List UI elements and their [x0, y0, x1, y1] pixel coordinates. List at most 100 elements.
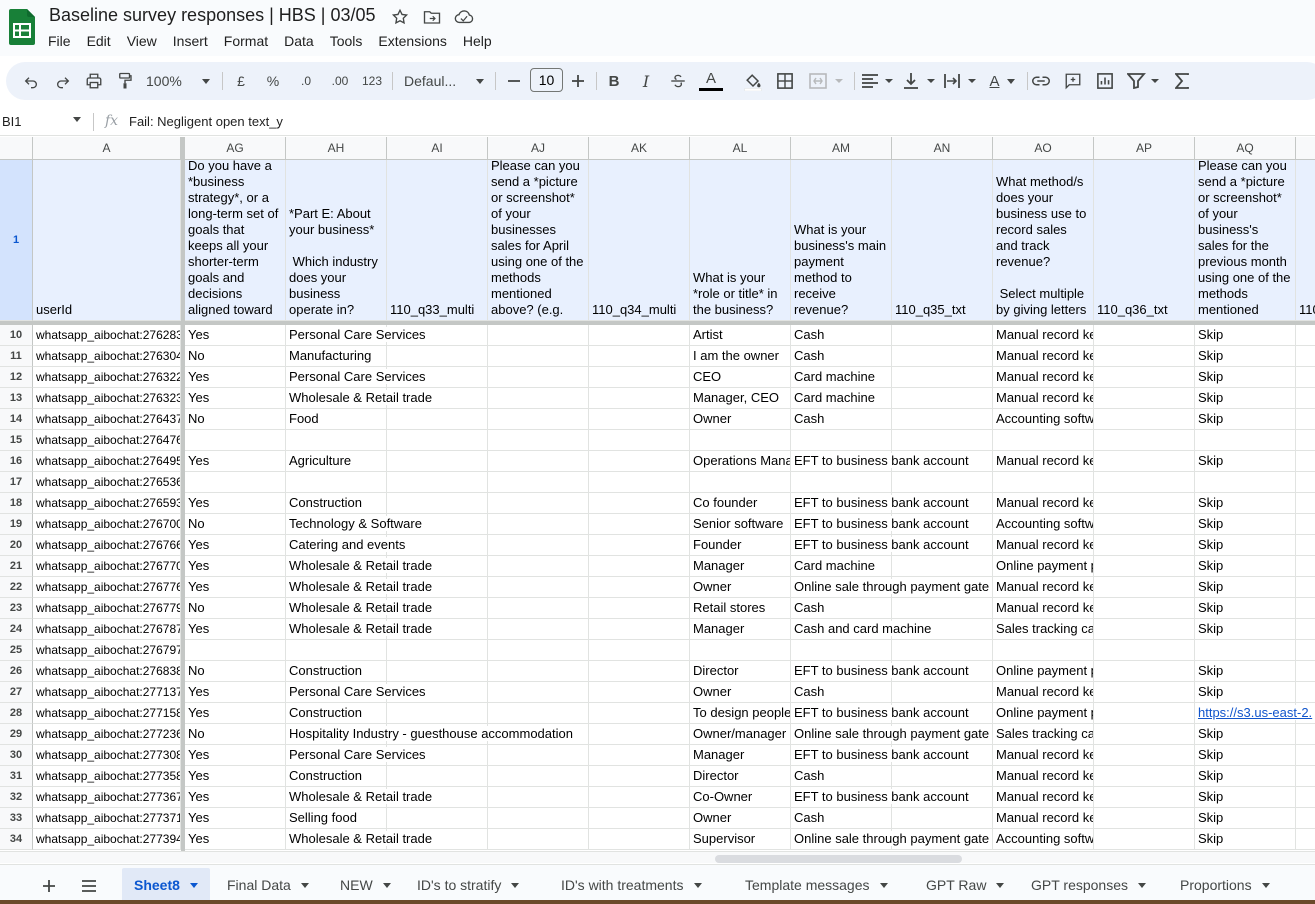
table-cell[interactable]: Cash: [791, 766, 892, 787]
table-cell[interactable]: Personal Care Services: [286, 325, 426, 346]
table-cell[interactable]: Yes: [185, 745, 286, 766]
currency-format-button[interactable]: £: [232, 69, 250, 93]
table-cell[interactable]: Wholesale & Retail trade: [286, 388, 433, 409]
table-cell[interactable]: [488, 325, 589, 346]
table-cell[interactable]: Manual record keeping in book/s,I: [993, 451, 1094, 472]
table-cell[interactable]: [488, 409, 589, 430]
table-cell[interactable]: Skip: [1195, 325, 1296, 346]
table-cell[interactable]: [1296, 598, 1315, 619]
table-cell[interactable]: [1094, 493, 1195, 514]
table-cell[interactable]: [286, 472, 387, 493]
table-cell[interactable]: [589, 430, 690, 451]
table-cell[interactable]: Construction: [286, 703, 387, 724]
table-cell[interactable]: [993, 640, 1094, 661]
table-cell[interactable]: [1094, 388, 1195, 409]
row-header[interactable]: 13: [0, 388, 33, 409]
table-cell[interactable]: Manual record keeping in book/s,S: [993, 493, 1094, 514]
table-cell[interactable]: Wholesale & Retail trade: [286, 577, 433, 598]
table-cell[interactable]: whatsapp_aibochat:277308: [33, 745, 181, 766]
table-cell[interactable]: [1094, 808, 1195, 829]
chevron-down-icon[interactable]: [996, 882, 1005, 888]
table-cell[interactable]: [892, 325, 993, 346]
table-cell[interactable]: Online payment platforms (Payfas: [993, 556, 1094, 577]
table-cell[interactable]: Yes: [185, 535, 286, 556]
table-cell[interactable]: [488, 493, 589, 514]
table-cell[interactable]: [1195, 430, 1296, 451]
sheet-tab[interactable]: ID's with treatments: [549, 868, 714, 902]
freeze-row-divider[interactable]: [0, 321, 1315, 325]
table-cell[interactable]: [1296, 682, 1315, 703]
row-header[interactable]: 12: [0, 367, 33, 388]
decrease-decimal-button[interactable]: .0: [295, 69, 317, 93]
table-cell[interactable]: [488, 829, 589, 850]
table-cell[interactable]: Cash: [791, 409, 892, 430]
all-sheets-icon[interactable]: [78, 875, 100, 897]
table-cell[interactable]: Manual record keeping in book/s,I: [993, 745, 1094, 766]
table-cell[interactable]: [589, 724, 690, 745]
table-cell[interactable]: [488, 787, 589, 808]
table-cell[interactable]: [892, 808, 993, 829]
table-cell[interactable]: Artist: [690, 325, 791, 346]
strikethrough-icon[interactable]: [668, 69, 688, 93]
table-cell[interactable]: Skip: [1195, 829, 1296, 850]
header-cell-a[interactable]: userId: [33, 160, 181, 321]
menu-edit[interactable]: Edit: [79, 31, 119, 53]
table-cell[interactable]: [1296, 514, 1315, 535]
row-header[interactable]: 23: [0, 598, 33, 619]
fill-color-icon[interactable]: [741, 69, 765, 93]
sheet-tab[interactable]: NEW: [328, 868, 403, 902]
table-cell[interactable]: Manual record keeping in spreads: [993, 367, 1094, 388]
table-cell[interactable]: Construction: [286, 661, 387, 682]
table-cell[interactable]: [892, 598, 993, 619]
menu-insert[interactable]: Insert: [165, 31, 216, 53]
paint-format-icon[interactable]: [114, 69, 136, 93]
table-cell[interactable]: Yes: [185, 619, 286, 640]
row-header[interactable]: 31: [0, 766, 33, 787]
table-cell[interactable]: [589, 745, 690, 766]
table-cell[interactable]: [589, 787, 690, 808]
header-cell-ai[interactable]: 110_q33_multi: [387, 160, 488, 321]
table-cell[interactable]: [892, 682, 993, 703]
table-cell[interactable]: [589, 367, 690, 388]
sheet-tab[interactable]: ID's to stratify: [405, 868, 531, 902]
table-cell[interactable]: Cash: [791, 598, 892, 619]
table-cell[interactable]: [1094, 766, 1195, 787]
table-cell[interactable]: [1094, 619, 1195, 640]
column-header-ao[interactable]: AO: [993, 137, 1094, 160]
table-cell[interactable]: Manual record keeping in book/s,C: [993, 388, 1094, 409]
column-header-ak[interactable]: AK: [589, 137, 690, 160]
table-cell[interactable]: [1296, 766, 1315, 787]
table-cell[interactable]: whatsapp_aibochat:276700: [33, 514, 181, 535]
table-cell[interactable]: [488, 577, 589, 598]
table-cell[interactable]: [1296, 451, 1315, 472]
bold-button[interactable]: B: [604, 69, 624, 93]
table-cell[interactable]: [286, 430, 387, 451]
table-cell[interactable]: Skip: [1195, 766, 1296, 787]
table-cell[interactable]: Construction: [286, 493, 387, 514]
table-cell[interactable]: [1094, 346, 1195, 367]
table-cell[interactable]: [488, 766, 589, 787]
table-cell[interactable]: [185, 640, 286, 661]
table-cell[interactable]: [488, 640, 589, 661]
table-cell[interactable]: Yes: [185, 325, 286, 346]
table-cell[interactable]: EFT to business bank account: [791, 661, 969, 682]
table-cell[interactable]: Wholesale & Retail trade: [286, 598, 433, 619]
table-cell[interactable]: Personal Care Services: [286, 745, 426, 766]
merge-cells-icon[interactable]: [808, 69, 846, 93]
table-cell[interactable]: Skip: [1195, 661, 1296, 682]
table-cell[interactable]: No: [185, 724, 286, 745]
table-cell[interactable]: whatsapp_aibochat:276283: [33, 325, 181, 346]
column-header-an[interactable]: AN: [892, 137, 993, 160]
table-cell[interactable]: whatsapp_aibochat:276787: [33, 619, 181, 640]
table-cell[interactable]: [488, 598, 589, 619]
table-cell[interactable]: [589, 808, 690, 829]
table-cell[interactable]: [387, 703, 488, 724]
chart-icon[interactable]: [1094, 69, 1116, 93]
table-cell[interactable]: [488, 661, 589, 682]
chevron-down-icon[interactable]: [73, 117, 81, 122]
table-cell[interactable]: Director: [690, 766, 791, 787]
table-cell[interactable]: [1296, 829, 1315, 850]
table-cell[interactable]: Food: [286, 409, 387, 430]
table-cell[interactable]: Owner: [690, 577, 791, 598]
table-cell[interactable]: [892, 472, 993, 493]
